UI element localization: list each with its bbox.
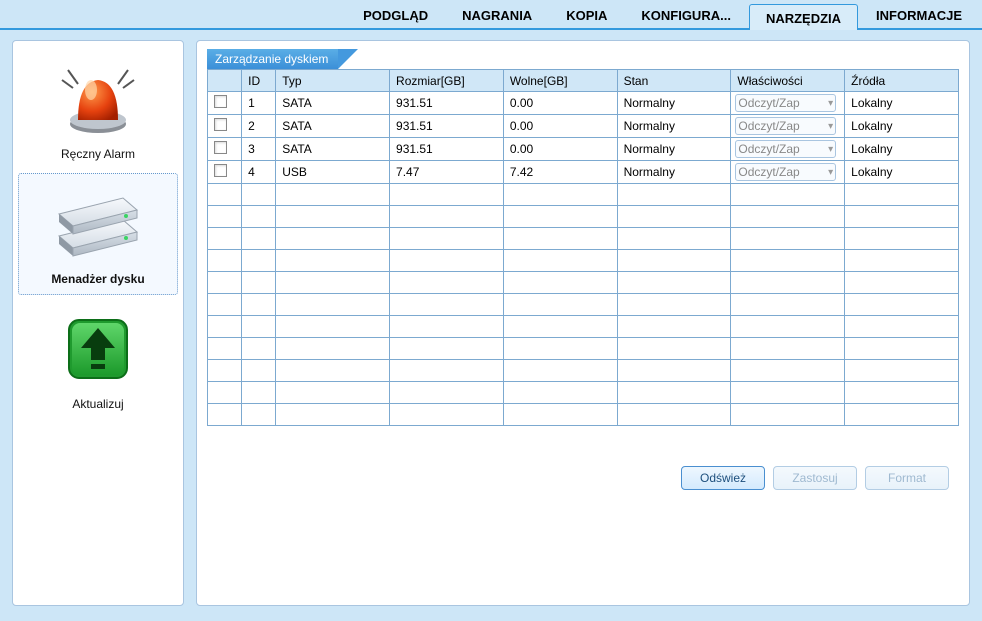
row-checkbox[interactable]	[214, 95, 227, 108]
cell-prop: Odczyt/Zap	[731, 138, 845, 161]
cell-state: Normalny	[617, 92, 731, 115]
prop-select[interactable]: Odczyt/Zap	[735, 140, 836, 158]
col-state: Stan	[617, 70, 731, 92]
disk-manager-panel: Zarządzanie dyskiem ID Typ Rozmiar[GB] W…	[196, 40, 970, 606]
row-checkbox-cell	[208, 161, 242, 184]
cell-src: Lokalny	[845, 92, 959, 115]
table-row: 1SATA931.510.00NormalnyOdczyt/Zap Lokalny	[208, 92, 959, 115]
panel-title-bar: Zarządzanie dyskiem	[207, 49, 959, 69]
table-row-empty	[208, 316, 959, 338]
tab-nagrania[interactable]: NAGRANIA	[446, 2, 548, 28]
table-row-empty	[208, 250, 959, 272]
cell-id: 4	[242, 161, 276, 184]
row-checkbox[interactable]	[214, 118, 227, 131]
main-area: Ręczny Alarm	[0, 30, 982, 618]
cell-prop: Odczyt/Zap	[731, 92, 845, 115]
table-row-empty	[208, 404, 959, 426]
cell-type: SATA	[276, 115, 390, 138]
table-row-empty	[208, 206, 959, 228]
prop-select[interactable]: Odczyt/Zap	[735, 163, 836, 181]
cell-prop: Odczyt/Zap	[731, 115, 845, 138]
tab-kopia[interactable]: KOPIA	[550, 2, 623, 28]
format-button[interactable]: Format	[865, 466, 949, 490]
apply-button[interactable]: Zastosuj	[773, 466, 857, 490]
cell-size: 931.51	[390, 115, 504, 138]
cell-type: SATA	[276, 138, 390, 161]
main-tabs: PODGLĄDNAGRANIAKOPIAKONFIGURA...NARZĘDZI…	[0, 0, 982, 30]
table-row: 4USB7.477.42NormalnyOdczyt/Zap Lokalny	[208, 161, 959, 184]
table-row: 2SATA931.510.00NormalnyOdczyt/Zap Lokalny	[208, 115, 959, 138]
refresh-button[interactable]: Odśwież	[681, 466, 765, 490]
prop-select[interactable]: Odczyt/Zap	[735, 117, 836, 135]
cell-size: 931.51	[390, 92, 504, 115]
table-row-empty	[208, 228, 959, 250]
cell-free: 0.00	[503, 115, 617, 138]
tab-podgl-d[interactable]: PODGLĄD	[347, 2, 444, 28]
table-row-empty	[208, 184, 959, 206]
row-checkbox-cell	[208, 115, 242, 138]
table-row-empty	[208, 338, 959, 360]
table-row-empty	[208, 294, 959, 316]
row-checkbox-cell	[208, 92, 242, 115]
table-row: 3SATA931.510.00NormalnyOdczyt/Zap Lokalny	[208, 138, 959, 161]
table-row-empty	[208, 360, 959, 382]
alarm-icon	[53, 59, 143, 139]
cell-prop: Odczyt/Zap	[731, 161, 845, 184]
col-free: Wolne[GB]	[503, 70, 617, 92]
sidebar-item-update[interactable]: Aktualizuj	[18, 299, 178, 419]
cell-size: 7.47	[390, 161, 504, 184]
table-header-row: ID Typ Rozmiar[GB] Wolne[GB] Stan Właści…	[208, 70, 959, 92]
tab-narz-dzia[interactable]: NARZĘDZIA	[749, 4, 858, 30]
table-row-empty	[208, 382, 959, 404]
sidebar-item-alarm[interactable]: Ręczny Alarm	[18, 49, 178, 169]
col-src: Źródła	[845, 70, 959, 92]
tab-konfigura-[interactable]: KONFIGURA...	[625, 2, 747, 28]
cell-src: Lokalny	[845, 138, 959, 161]
cell-src: Lokalny	[845, 161, 959, 184]
tab-informacje[interactable]: INFORMACJE	[860, 2, 978, 28]
sidebar: Ręczny Alarm	[12, 40, 184, 606]
sidebar-item-label: Menadżer dysku	[23, 272, 173, 286]
cell-src: Lokalny	[845, 115, 959, 138]
sidebar-item-disk-manager[interactable]: Menadżer dysku	[18, 173, 178, 295]
table-row-empty	[208, 272, 959, 294]
col-id: ID	[242, 70, 276, 92]
cell-state: Normalny	[617, 138, 731, 161]
col-prop: Właściwości	[731, 70, 845, 92]
cell-free: 0.00	[503, 138, 617, 161]
panel-title-slant	[338, 49, 358, 69]
cell-free: 7.42	[503, 161, 617, 184]
cell-state: Normalny	[617, 161, 731, 184]
col-checkbox	[208, 70, 242, 92]
disk-stack-icon	[53, 184, 143, 264]
upload-arrow-icon	[53, 309, 143, 389]
row-checkbox[interactable]	[214, 164, 227, 177]
cell-free: 0.00	[503, 92, 617, 115]
panel-title: Zarządzanie dyskiem	[207, 49, 338, 69]
row-checkbox-cell	[208, 138, 242, 161]
cell-state: Normalny	[617, 115, 731, 138]
sidebar-item-label: Aktualizuj	[22, 397, 174, 411]
cell-id: 2	[242, 115, 276, 138]
prop-select[interactable]: Odczyt/Zap	[735, 94, 836, 112]
cell-size: 931.51	[390, 138, 504, 161]
col-type: Typ	[276, 70, 390, 92]
row-checkbox[interactable]	[214, 141, 227, 154]
disk-table: ID Typ Rozmiar[GB] Wolne[GB] Stan Właści…	[207, 69, 959, 426]
sidebar-item-label: Ręczny Alarm	[22, 147, 174, 161]
col-size: Rozmiar[GB]	[390, 70, 504, 92]
cell-id: 3	[242, 138, 276, 161]
cell-type: USB	[276, 161, 390, 184]
cell-type: SATA	[276, 92, 390, 115]
button-row: Odśwież Zastosuj Format	[207, 466, 959, 490]
cell-id: 1	[242, 92, 276, 115]
